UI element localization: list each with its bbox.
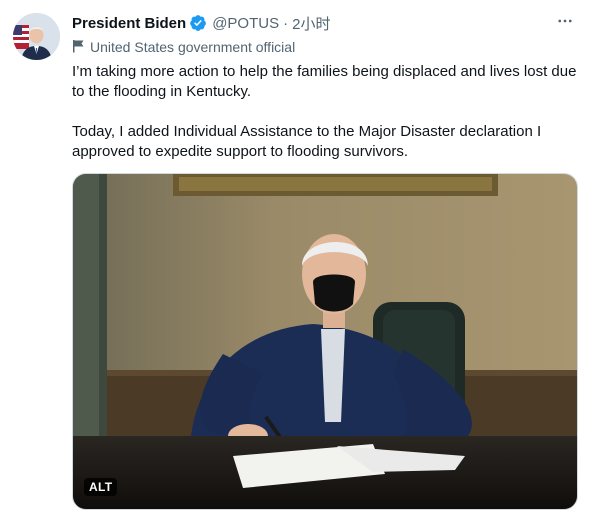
header-separator: · [283, 14, 289, 32]
tweet-photo[interactable]: ALT [72, 173, 578, 510]
tweet-timestamp[interactable]: 2小时 [292, 13, 330, 34]
government-label[interactable]: United States government official [72, 37, 295, 57]
tweet[interactable]: President Biden @POTUS · 2小时 United Stat… [0, 0, 597, 512]
more-options-button[interactable] [555, 13, 575, 33]
tweet-header: President Biden @POTUS · 2小时 [72, 12, 330, 34]
tweet-paragraph-1: I’m taking more action to help the famil… [72, 63, 577, 100]
more-options-icon [556, 12, 574, 35]
alt-text-badge[interactable]: ALT [84, 478, 118, 496]
tweet-paragraph-2: Today, I added Individual Assistance to … [72, 123, 542, 160]
flag-icon [72, 39, 90, 56]
avatar[interactable] [13, 13, 60, 60]
author-handle[interactable]: @POTUS [212, 15, 279, 32]
government-label-text: United States government official [90, 39, 296, 55]
verified-badge-icon [189, 14, 207, 32]
tweet-text: I’m taking more action to help the famil… [72, 62, 577, 162]
photo-illustration [73, 174, 577, 509]
author-name[interactable]: President Biden [72, 15, 186, 32]
